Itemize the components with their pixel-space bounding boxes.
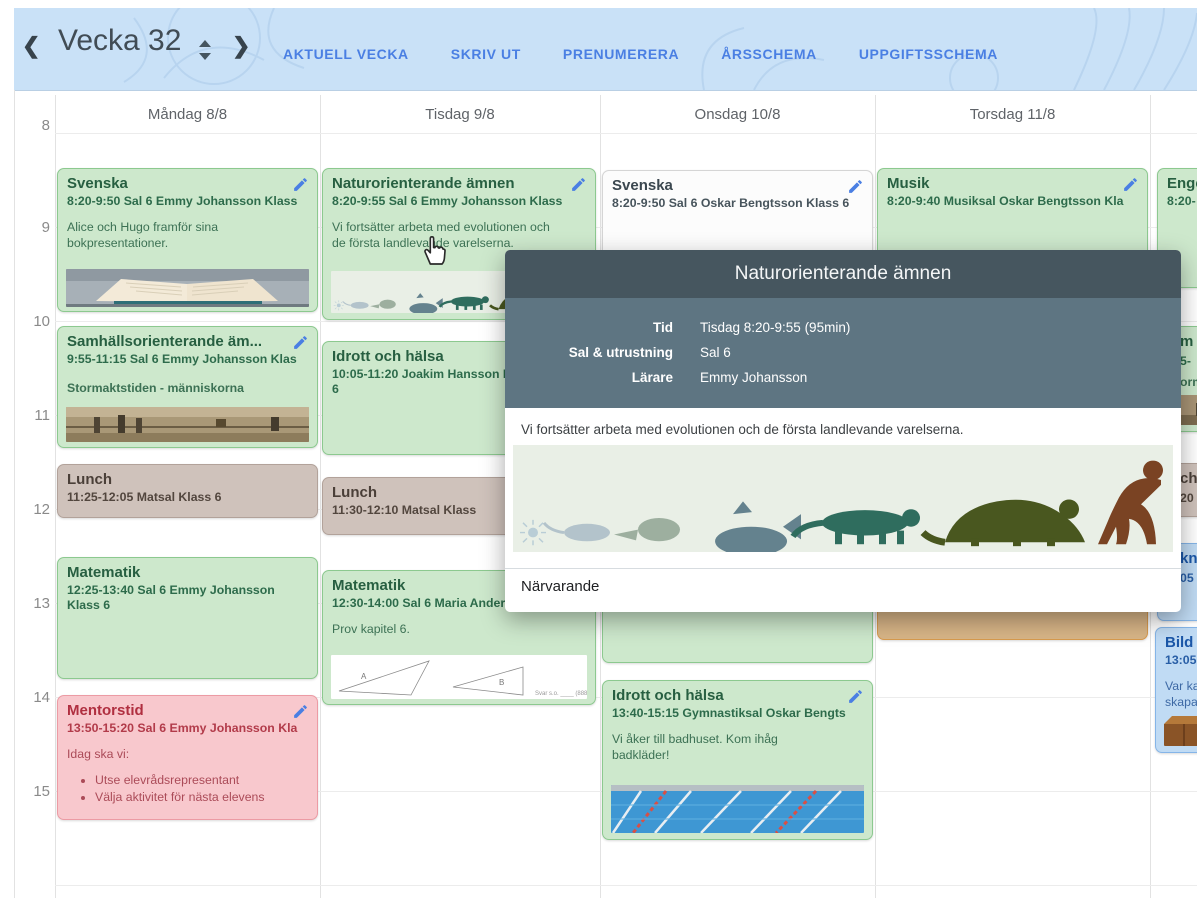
popup-body: Vi fortsätter arbeta med evolutionen och… (505, 408, 1181, 557)
grid-line (55, 885, 1197, 886)
detail-label: Sal & utrustning (505, 340, 673, 365)
open-book-image (66, 269, 309, 307)
hour-label: 8 (10, 117, 50, 134)
popup-header: Naturorienterande ämnen (505, 250, 1181, 298)
detail-value: Tisdag 8:20-9:55 (95min) (700, 315, 850, 340)
hand-cursor-icon (415, 230, 451, 268)
event-card-svenska-monday[interactable]: Svenska 8:20-9:50 Sal 6 Emmy Johansson K… (57, 168, 318, 312)
detail-value: Emmy Johansson (700, 365, 807, 390)
day-header-thursday: Torsdag 11/8 (875, 106, 1150, 123)
day-header-tuesday: Tisdag 9/8 (320, 106, 600, 123)
week-picker-icon[interactable] (197, 38, 213, 62)
evolution-image (513, 445, 1173, 557)
grid-line (55, 95, 56, 898)
event-card-lunch-monday[interactable]: Lunch 11:25-12:05 Matsal Klass 6 (57, 464, 318, 518)
event-card-so-monday[interactable]: Samhällsorienterande äm... 9:55-11:15 Sa… (57, 326, 318, 448)
event-detail-popup: Naturorienterande ämnen Tid Tisdag 8:20-9… (505, 250, 1181, 612)
next-week-button[interactable]: ❯ (232, 33, 250, 59)
hour-label: 12 (10, 501, 50, 518)
menu-item-assignment-schedule[interactable]: UPPGIFTSSCHEMA (859, 46, 998, 62)
edit-icon[interactable] (570, 176, 587, 193)
previous-week-button[interactable]: ❮ (22, 33, 40, 59)
menu-item-subscribe[interactable]: PRENUMERERA (563, 46, 679, 62)
hour-label: 14 (10, 689, 50, 706)
detail-value: Sal 6 (700, 340, 731, 365)
hour-label: 9 (10, 219, 50, 236)
hour-label: 10 (10, 313, 50, 330)
event-card-idrott-wednesday[interactable]: Idrott och hälsa 13:40-15:15 Gymnastiksa… (602, 680, 873, 840)
event-card-bild-friday[interactable]: Bild 13:05 Var kaskapa (1155, 627, 1197, 753)
edit-icon[interactable] (292, 334, 309, 351)
day-header-wednesday: Onsdag 10/8 (600, 106, 875, 123)
hour-label: 13 (10, 595, 50, 612)
bullet-list: Utse elevrådsrepresentant Välja aktivite… (95, 772, 308, 805)
detail-label: Lärare (505, 365, 673, 390)
popup-title: Naturorienterande ämnen (735, 263, 952, 285)
hour-label: 11 (10, 407, 50, 424)
svg-text:B: B (499, 678, 504, 687)
edit-icon[interactable] (847, 688, 864, 705)
hour-label: 15 (10, 783, 50, 800)
popup-details: Tid Tisdag 8:20-9:55 (95min) Sal & utrust… (505, 298, 1181, 408)
detail-label: Tid (505, 315, 673, 340)
triangles-worksheet-image: A B Svar s.o. ____ (888) (331, 655, 587, 699)
attendance-section-toggle[interactable]: Närvarande (521, 578, 599, 595)
event-card-matematik-monday[interactable]: Matematik 12:25-13:40 Sal 6 Emmy Johanss… (57, 557, 318, 679)
week-title: Vecka 32 (58, 24, 181, 58)
toolbar-menu: AKTUELL VECKA SKRIV UT PRENUMERERA ÅRSSC… (283, 46, 998, 62)
menu-item-year-schedule[interactable]: ÅRSSCHEMA (721, 46, 817, 62)
divider (505, 568, 1181, 569)
schedule-app: ❮ Vecka 32 ❯ AKTUELL VECKA SKRIV UT PREN… (0, 0, 1197, 898)
day-header-monday: Måndag 8/8 (55, 106, 320, 123)
historical-painting-image (66, 407, 309, 442)
event-card-mentorstid-monday[interactable]: Mentorstid 13:50-15:20 Sal 6 Emmy Johans… (57, 695, 318, 820)
menu-item-print[interactable]: SKRIV UT (451, 46, 521, 62)
swimming-pool-image (611, 785, 864, 833)
edit-icon[interactable] (847, 178, 864, 195)
svg-text:Svar s.o. ____ (888): Svar s.o. ____ (888) (535, 691, 587, 697)
grid-line (14, 90, 15, 898)
edit-icon[interactable] (292, 703, 309, 720)
cardboard-fragment-image (1164, 716, 1197, 746)
grid-line (55, 133, 1197, 134)
menu-item-current-week[interactable]: AKTUELL VECKA (283, 46, 409, 62)
edit-icon[interactable] (1122, 176, 1139, 193)
grid-line (320, 95, 321, 898)
edit-icon[interactable] (292, 176, 309, 193)
svg-text:A: A (361, 672, 367, 681)
